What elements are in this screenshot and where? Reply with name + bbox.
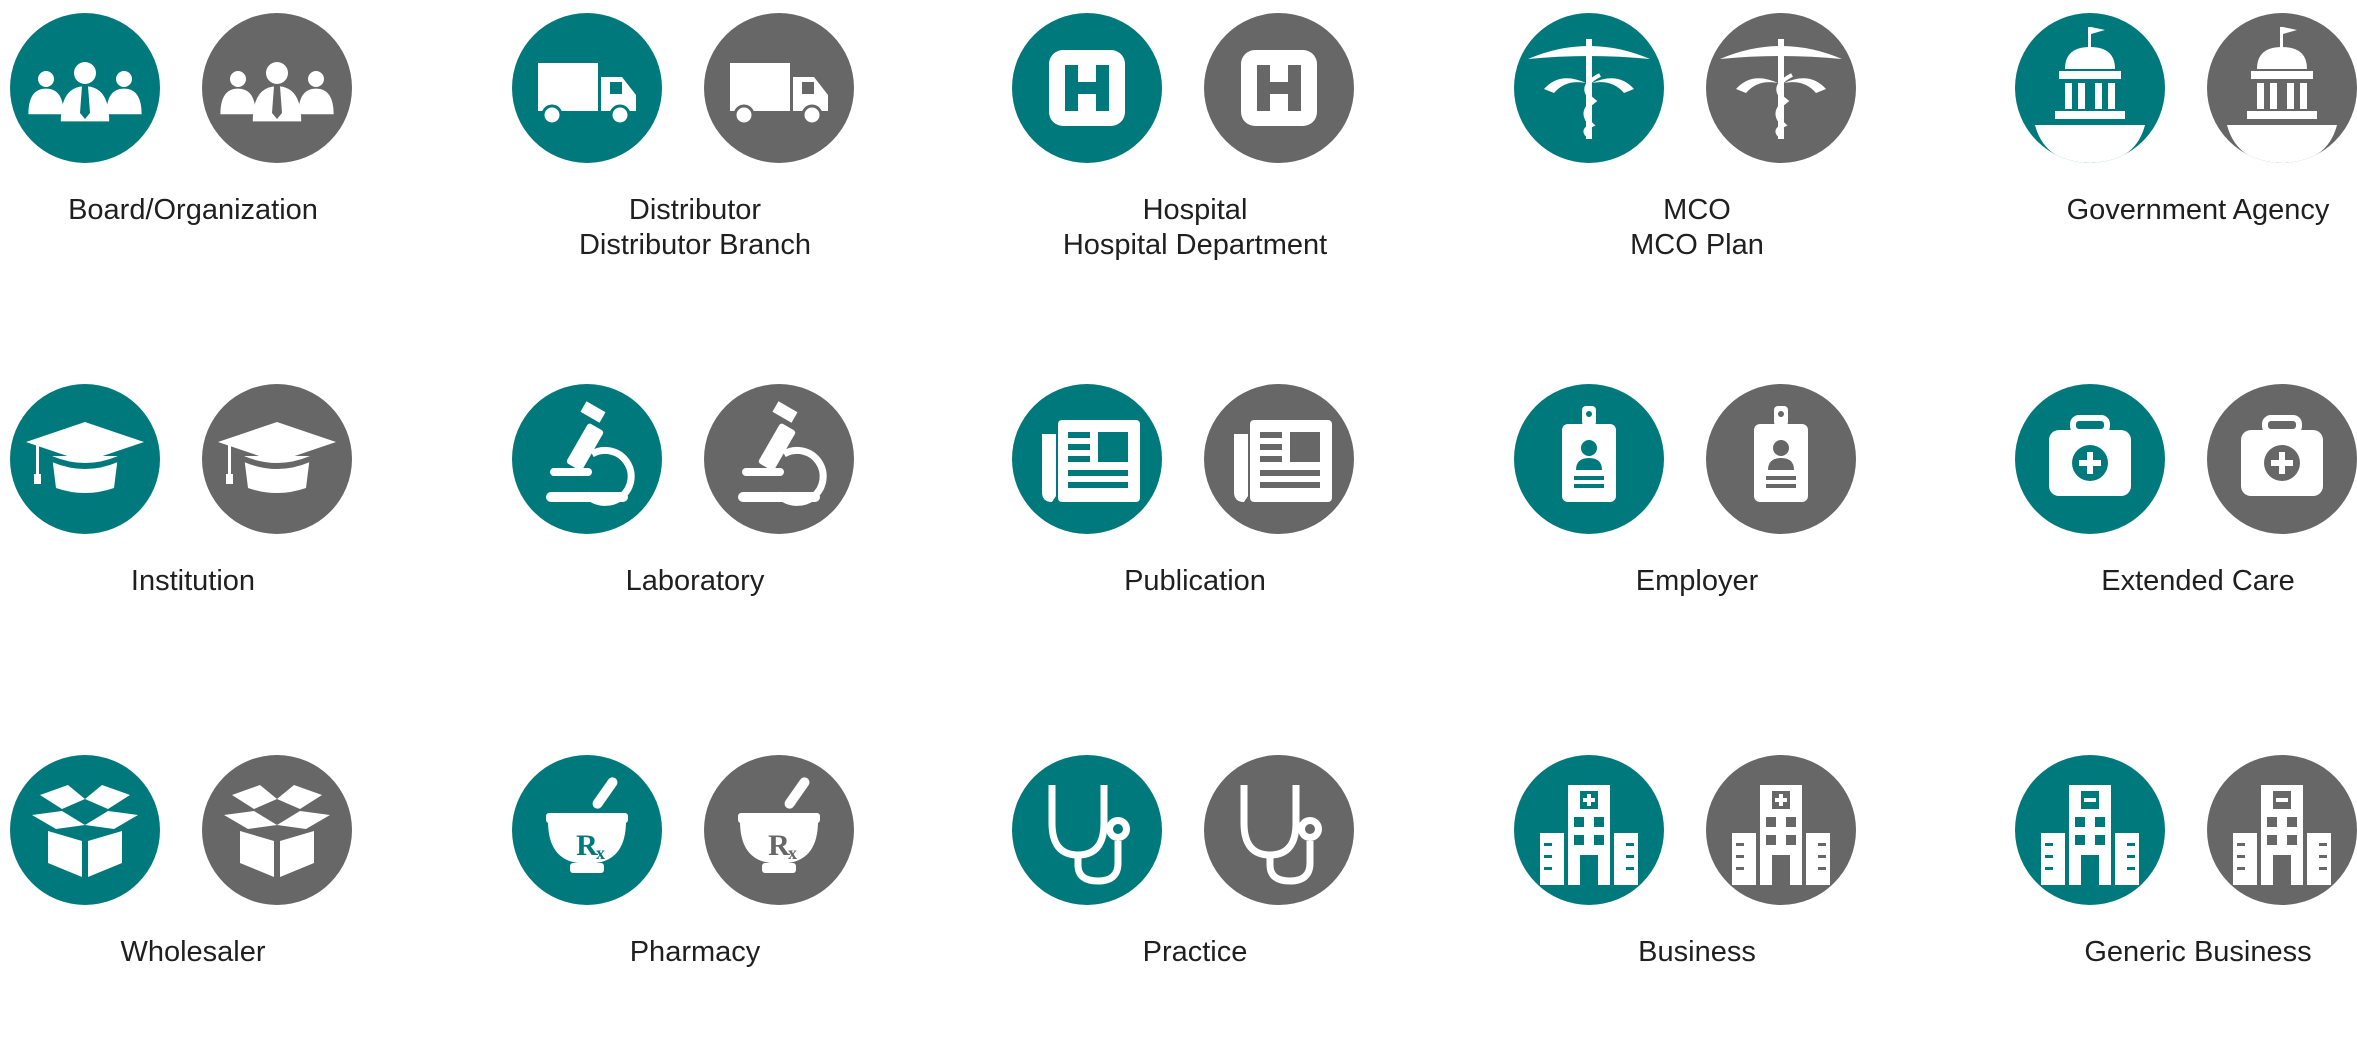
hospital-h-gray-icon bbox=[1204, 13, 1354, 163]
graduation-cap-teal-icon bbox=[10, 384, 160, 534]
svg-text:R: R bbox=[768, 829, 790, 862]
graduation-cap-gray-icon bbox=[202, 384, 352, 534]
svg-text:x: x bbox=[596, 843, 605, 863]
office-buildings-plus-teal-icon bbox=[1514, 755, 1664, 905]
office-buildings-minus-gray-icon bbox=[2207, 755, 2357, 905]
legend-item-pharmacy: R x R x Pharmacy bbox=[512, 755, 892, 1045]
legend-label-line: Employer bbox=[1635, 565, 1759, 597]
open-box-gray-icon bbox=[202, 755, 352, 905]
legend-item-laboratory: Laboratory bbox=[512, 384, 892, 674]
mortar-pestle-rx-gray-icon: R x bbox=[704, 755, 854, 905]
legend-label: Business bbox=[1514, 935, 1880, 970]
legend-label: Laboratory bbox=[512, 564, 878, 599]
legend-item-hospital: Hospital Hospital Department bbox=[1012, 13, 1392, 303]
legend-item-generic-business: Generic Business bbox=[2015, 755, 2357, 1045]
mortar-pestle-rx-teal-icon: R x bbox=[512, 755, 662, 905]
truck-teal-icon bbox=[512, 13, 662, 163]
people-gray-icon bbox=[202, 13, 352, 163]
legend-label: Employer bbox=[1514, 564, 1880, 599]
id-badge-gray-icon bbox=[1706, 384, 1856, 534]
people-teal-icon bbox=[10, 13, 160, 163]
svg-text:x: x bbox=[788, 843, 797, 863]
legend-label: Institution bbox=[10, 564, 376, 599]
legend-label-line: MCO bbox=[1663, 194, 1731, 226]
legend-label-line: Business bbox=[1638, 936, 1756, 968]
legend-item-government-agency: Government Agency bbox=[2015, 13, 2357, 303]
open-box-teal-icon bbox=[10, 755, 160, 905]
legend-label-line: Distributor Branch bbox=[578, 229, 812, 261]
legend-label-line: Institution bbox=[130, 565, 256, 597]
stethoscope-teal-icon bbox=[1012, 755, 1162, 905]
legend-label-line: Pharmacy bbox=[629, 936, 761, 968]
legend-label: Government Agency bbox=[2015, 193, 2357, 228]
icon-legend-grid: Board/Organization Distributor Distributo… bbox=[0, 0, 2357, 971]
legend-item-extended-care: Extended Care bbox=[2015, 384, 2357, 674]
medical-kit-teal-icon bbox=[2015, 384, 2165, 534]
legend-label-line: Practice bbox=[1142, 936, 1248, 968]
medical-kit-gray-icon bbox=[2207, 384, 2357, 534]
microscope-gray-icon bbox=[704, 384, 854, 534]
newspaper-gray-icon bbox=[1204, 384, 1354, 534]
legend-label: Pharmacy bbox=[512, 935, 878, 970]
legend-item-mco: MCO MCO Plan bbox=[1514, 13, 1894, 303]
legend-label: Generic Business bbox=[2015, 935, 2357, 970]
hospital-h-teal-icon bbox=[1012, 13, 1162, 163]
truck-gray-icon bbox=[704, 13, 854, 163]
legend-label: Wholesaler bbox=[10, 935, 376, 970]
stethoscope-gray-icon bbox=[1204, 755, 1354, 905]
office-buildings-minus-teal-icon bbox=[2015, 755, 2165, 905]
government-building-gray-icon bbox=[2207, 13, 2357, 163]
id-badge-teal-icon bbox=[1514, 384, 1664, 534]
legend-label: MCO MCO Plan bbox=[1514, 193, 1880, 263]
legend-item-board-organization: Board/Organization bbox=[10, 13, 390, 303]
legend-label: Publication bbox=[1012, 564, 1378, 599]
caduceus-teal-icon bbox=[1514, 13, 1664, 163]
legend-label-line: Government Agency bbox=[2066, 194, 2330, 226]
government-building-teal-icon bbox=[2015, 13, 2165, 163]
legend-item-employer: Employer bbox=[1514, 384, 1894, 674]
microscope-teal-icon bbox=[512, 384, 662, 534]
legend-item-practice: Practice bbox=[1012, 755, 1392, 1045]
legend-label: Extended Care bbox=[2015, 564, 2357, 599]
legend-label: Practice bbox=[1012, 935, 1378, 970]
legend-item-wholesaler: Wholesaler bbox=[10, 755, 390, 1045]
legend-label-line: Generic Business bbox=[2084, 936, 2312, 968]
legend-label-line: Publication bbox=[1124, 565, 1266, 597]
legend-item-distributor: Distributor Distributor Branch bbox=[512, 13, 892, 303]
legend-label-line: Extended Care bbox=[2101, 565, 2295, 597]
legend-label-line: Distributor bbox=[628, 194, 762, 226]
legend-item-institution: Institution bbox=[10, 384, 390, 674]
office-buildings-plus-gray-icon bbox=[1706, 755, 1856, 905]
legend-label: Board/Organization bbox=[10, 193, 376, 228]
legend-label-line: Laboratory bbox=[625, 565, 765, 597]
legend-item-business: Business bbox=[1514, 755, 1894, 1045]
legend-label-line: Board/Organization bbox=[68, 194, 318, 226]
legend-label-line: Hospital bbox=[1142, 194, 1248, 226]
caduceus-gray-icon bbox=[1706, 13, 1856, 163]
legend-label: Distributor Distributor Branch bbox=[512, 193, 878, 263]
legend-label-line: Hospital Department bbox=[1062, 229, 1328, 261]
legend-label-line: MCO Plan bbox=[1630, 229, 1764, 261]
legend-label: Hospital Hospital Department bbox=[1012, 193, 1378, 263]
legend-item-publication: Publication bbox=[1012, 384, 1392, 674]
legend-label-line: Wholesaler bbox=[120, 936, 266, 968]
newspaper-teal-icon bbox=[1012, 384, 1162, 534]
svg-text:R: R bbox=[576, 829, 598, 862]
